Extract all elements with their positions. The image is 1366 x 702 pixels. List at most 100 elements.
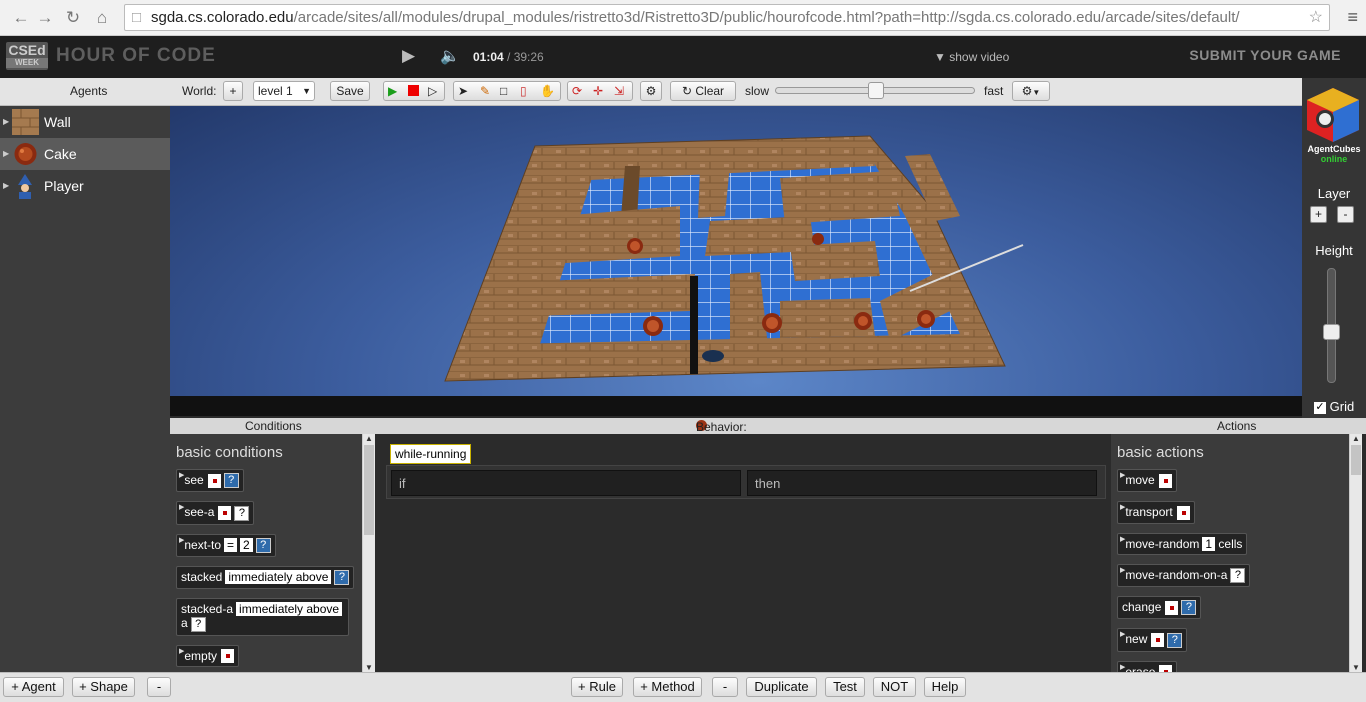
help-icon[interactable]: ?: [234, 505, 250, 521]
play-icon[interactable]: ▶: [402, 46, 415, 66]
scroll-thumb[interactable]: [1351, 445, 1361, 475]
condition-see-a[interactable]: ▶ see-a?: [176, 501, 255, 525]
hand-icon[interactable]: ✋: [540, 82, 555, 100]
select-rect-icon[interactable]: □: [500, 82, 507, 100]
behavior-editor[interactable]: while-running if then: [379, 434, 1111, 672]
scroll-down-icon[interactable]: ▼: [1350, 663, 1362, 672]
address-bar[interactable]: □ sgda.cs.colorado.edu/arcade/sites/all/…: [124, 4, 1330, 31]
action-move[interactable]: ▶ move: [1117, 469, 1177, 492]
direction-slot[interactable]: [1158, 473, 1172, 488]
scroll-down-icon[interactable]: ▼: [363, 663, 375, 672]
layer-minus-button[interactable]: -: [1337, 206, 1354, 223]
height-slider-knob[interactable]: [1323, 324, 1340, 340]
condition-empty[interactable]: ▶ empty: [176, 644, 240, 668]
action-transport[interactable]: ▶ transport: [1117, 500, 1195, 524]
world-3d-view[interactable]: [170, 106, 1302, 396]
not-button[interactable]: NOT: [873, 677, 916, 697]
scroll-up-icon[interactable]: ▲: [1350, 434, 1362, 443]
pointer-icon[interactable]: ➤: [458, 82, 468, 100]
agent-slot[interactable]: [218, 506, 232, 521]
agent-slot[interactable]: [1151, 633, 1165, 648]
agent-slot[interactable]: [207, 473, 221, 488]
reload-icon[interactable]: ↻: [62, 7, 84, 29]
agent-item-wall[interactable]: ▶ Wall: [0, 106, 170, 138]
rule-then-area[interactable]: then: [747, 470, 1097, 496]
add-agent-button[interactable]: + Agent: [3, 677, 64, 697]
speed-slider-knob[interactable]: [868, 82, 884, 99]
rule-if-area[interactable]: if: [391, 470, 741, 496]
home-icon[interactable]: ⌂: [91, 7, 113, 29]
help-button[interactable]: Help: [924, 677, 966, 697]
step-icon[interactable]: ▷: [428, 82, 437, 100]
add-rule-button[interactable]: + Rule: [571, 677, 623, 697]
back-icon[interactable]: ←: [10, 7, 32, 29]
method-while-running[interactable]: while-running: [390, 444, 472, 464]
settings-dropdown[interactable]: ⚙▼: [1012, 81, 1050, 101]
condition-stacked[interactable]: stacked immediately above?: [176, 565, 355, 590]
expand-icon[interactable]: ▶: [3, 170, 9, 202]
condition-next-to[interactable]: ▶ next-to = 2?: [176, 533, 276, 557]
agent-slot[interactable]: [221, 649, 235, 664]
forward-icon[interactable]: →: [34, 7, 56, 29]
clear-button[interactable]: ↻ Clear: [670, 81, 736, 101]
grid-toggle[interactable]: ✓ Grid: [1314, 399, 1354, 414]
direction-slot[interactable]: [1176, 505, 1190, 520]
action-move-random[interactable]: ▶ move-random 1 cells: [1117, 532, 1248, 555]
submit-game-link[interactable]: SUBMIT YOUR GAME: [1189, 47, 1341, 63]
operator-select[interactable]: =: [224, 537, 238, 552]
help-icon[interactable]: ?: [334, 570, 350, 586]
cells-input[interactable]: 1: [1202, 536, 1216, 551]
agent-item-cake[interactable]: ▶ Cake: [0, 138, 170, 170]
expand-icon[interactable]: ▶: [3, 106, 9, 138]
add-shape-button[interactable]: + Shape: [72, 677, 135, 697]
browser-menu-icon[interactable]: ≡: [1347, 7, 1358, 28]
speed-slider[interactable]: [775, 82, 975, 99]
action-new[interactable]: ▶ new?: [1117, 628, 1188, 652]
test-button[interactable]: Test: [825, 677, 865, 697]
rule[interactable]: if then: [386, 465, 1106, 499]
conditions-scrollbar[interactable]: ▲ ▼: [362, 434, 375, 672]
pan-icon[interactable]: ✛: [593, 82, 603, 100]
save-button[interactable]: Save: [330, 81, 370, 101]
remove-rule-button[interactable]: -: [712, 677, 738, 697]
agent-slot[interactable]: [1165, 600, 1179, 615]
level-select[interactable]: level 1 ▼: [253, 81, 315, 101]
action-change[interactable]: change?: [1117, 595, 1202, 620]
count-input[interactable]: 2: [240, 537, 253, 552]
condition-stacked-a[interactable]: stacked-a immediately above a?: [176, 598, 349, 636]
add-method-button[interactable]: + Method: [633, 677, 702, 697]
stop-icon[interactable]: [408, 85, 419, 96]
run-icon[interactable]: ▶: [388, 82, 397, 100]
scroll-thumb[interactable]: [364, 445, 374, 535]
layer-plus-button[interactable]: +: [1310, 206, 1327, 223]
actions-scrollbar[interactable]: ▲ ▼: [1349, 434, 1362, 672]
expand-icon[interactable]: ▶: [3, 138, 9, 170]
grid-checkbox[interactable]: ✓: [1314, 401, 1326, 414]
help-icon[interactable]: ?: [190, 616, 206, 632]
bookmark-star-icon[interactable]: ☆: [1309, 5, 1323, 30]
zoom-icon[interactable]: ⇲: [614, 82, 624, 100]
show-video-toggle[interactable]: ▼ show video: [934, 50, 1009, 64]
agent-item-player[interactable]: ▶ Player: [0, 170, 170, 202]
help-icon[interactable]: ?: [1181, 600, 1197, 616]
eraser-icon[interactable]: ▯: [520, 82, 527, 100]
position-select[interactable]: immediately above: [236, 602, 343, 617]
help-icon[interactable]: ?: [1230, 567, 1246, 583]
remove-agent-button[interactable]: -: [147, 677, 171, 697]
volume-icon[interactable]: 🔈: [440, 46, 460, 66]
height-slider[interactable]: [1323, 268, 1340, 383]
triangle-icon: ▶: [1120, 535, 1126, 543]
help-icon[interactable]: ?: [255, 537, 271, 553]
scroll-up-icon[interactable]: ▲: [363, 434, 375, 443]
duplicate-button[interactable]: Duplicate: [746, 677, 817, 697]
rotate-icon[interactable]: ⟳: [572, 82, 582, 100]
pencil-icon[interactable]: ✎: [480, 82, 490, 100]
help-icon[interactable]: ?: [1167, 632, 1183, 648]
condition-see[interactable]: ▶ see?: [176, 469, 244, 493]
action-erase[interactable]: ▶ erase: [1117, 660, 1178, 672]
help-icon[interactable]: ?: [223, 473, 239, 489]
follow-agent-icon[interactable]: ⚙: [640, 81, 662, 101]
position-select[interactable]: immediately above: [225, 569, 332, 584]
action-move-random-on-a[interactable]: ▶ move-random-on-a?: [1117, 563, 1251, 587]
add-level-button[interactable]: +: [223, 81, 243, 101]
